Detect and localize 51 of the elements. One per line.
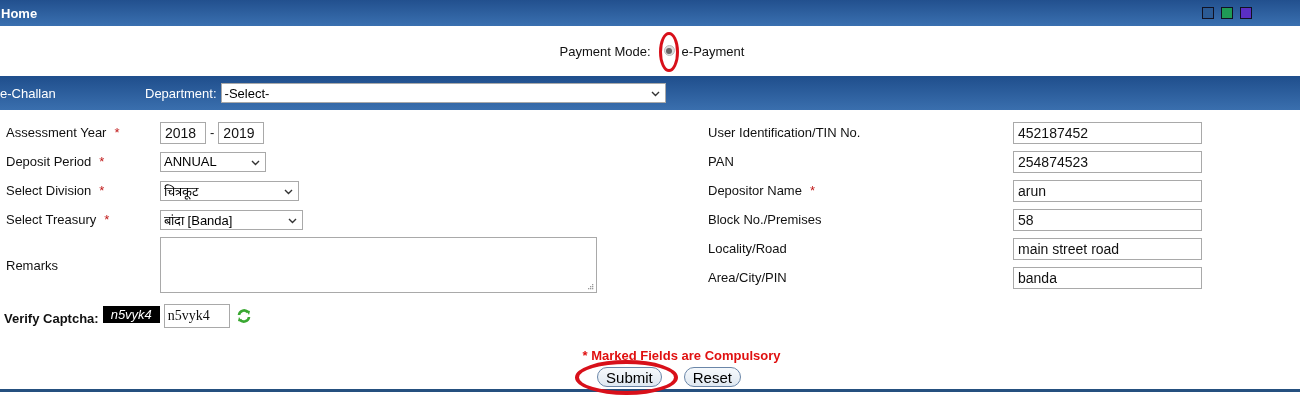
refresh-icon[interactable]	[235, 308, 252, 324]
form-button[interactable]: Reset	[683, 367, 741, 387]
department-dropdown[interactable]: -Select-	[220, 83, 666, 103]
required-mark: *	[809, 183, 815, 198]
form-button[interactable]: Submit	[597, 367, 662, 387]
theme-swatch[interactable]	[1221, 7, 1233, 19]
theme-swatch[interactable]	[1202, 7, 1214, 19]
department-label: Department:	[145, 85, 217, 101]
field-label: Select Treasury	[6, 212, 97, 227]
separator: -	[210, 125, 215, 140]
dropdown[interactable]: चित्रकूट	[160, 180, 299, 201]
field-label: Block No./Premises	[708, 212, 822, 227]
field-label: Remarks	[6, 257, 58, 273]
field-label: Deposit Period	[6, 154, 92, 169]
required-mark: *	[104, 212, 110, 227]
section-title: e-Challan	[0, 85, 57, 101]
caret-icon	[284, 188, 293, 195]
field-label: Locality/Road	[708, 241, 787, 256]
dropdown[interactable]: ANNUAL	[160, 151, 266, 172]
radio-label: e-Payment	[681, 43, 745, 59]
caret-icon	[650, 91, 660, 97]
field-label: User Identification/TIN No.	[708, 125, 861, 140]
required-mark: *	[99, 183, 105, 198]
captcha-input[interactable]: n5vyk4	[163, 304, 230, 328]
year-input[interactable]: 2019	[218, 121, 265, 144]
compulsory-note: * Marked Fields are Compulsory	[581, 348, 782, 363]
radio-button[interactable]	[663, 45, 675, 56]
required-mark: *	[114, 125, 120, 140]
required-mark: *	[99, 154, 105, 169]
field-label: Assessment Year	[6, 125, 107, 140]
caret-icon	[288, 217, 297, 224]
payment-mode-label: Payment Mode:	[559, 43, 651, 59]
remarks-textarea[interactable]	[160, 237, 597, 293]
dropdown[interactable]: बांदा [Banda]	[160, 209, 303, 230]
field-label: Area/City/PIN	[708, 270, 787, 285]
theme-swatch[interactable]	[1240, 7, 1252, 19]
resize-grip-icon	[587, 283, 594, 290]
page-title: Home	[0, 5, 38, 21]
text-input[interactable]: 58	[1013, 208, 1202, 231]
field-label: PAN	[708, 154, 734, 169]
caret-icon	[251, 159, 260, 166]
text-input[interactable]: arun	[1013, 179, 1202, 202]
year-input[interactable]: 2018	[160, 121, 206, 144]
text-input[interactable]: 452187452	[1013, 121, 1202, 144]
field-label: Depositor Name	[708, 183, 802, 198]
captcha-image: n5vyk4	[102, 305, 160, 323]
text-input[interactable]: 254874523	[1013, 150, 1202, 173]
field-label: Select Division	[6, 183, 92, 198]
captcha-label: Verify Captcha:	[4, 311, 99, 326]
text-input[interactable]: banda	[1013, 266, 1202, 289]
text-input[interactable]: main street road	[1013, 237, 1202, 260]
